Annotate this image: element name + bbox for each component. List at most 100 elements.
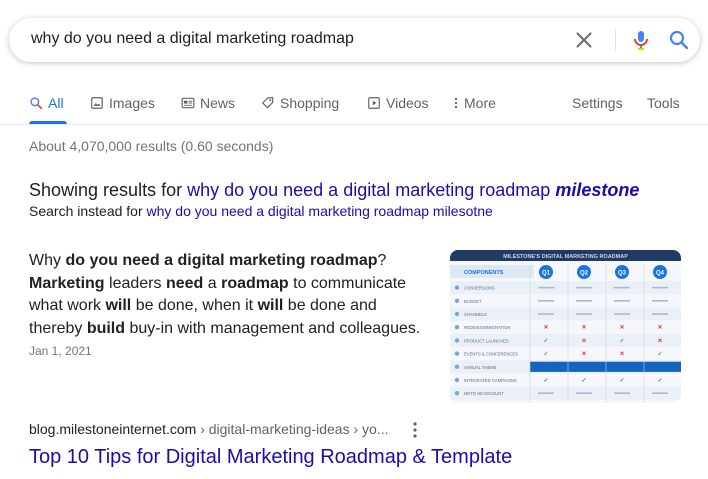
search-bar[interactable]: why do you need a digital marketing road… (9, 18, 700, 62)
thumb-quarter-label: Q4 (656, 271, 665, 277)
snippet-body: Why do you need a digital marketing road… (29, 252, 420, 337)
search-icon[interactable] (667, 28, 691, 52)
thumb-row-icon (454, 377, 460, 383)
thumb-components-label: COMPONENTS (464, 270, 504, 276)
snippet-part: Marketing (29, 274, 105, 292)
snippet-part: leaders (104, 274, 166, 292)
clear-icon[interactable] (571, 27, 597, 53)
snippet-part: be done, when it (131, 297, 258, 314)
thumb-cell-text-line (652, 392, 668, 394)
instead-prefix: Search instead for (29, 203, 147, 219)
snippet-part: will (257, 297, 284, 314)
thumb-cell-text-line (614, 392, 630, 394)
snippet-part: roadmap (221, 274, 289, 292)
thumb-cell-text-line (652, 286, 668, 289)
showing-prefix: Showing results for (29, 180, 188, 200)
active-tab-indicator (29, 121, 67, 124)
snippet-part: do you need a digital marketing roadmap (65, 252, 378, 269)
thumb-check-mark: ✓ (657, 352, 662, 358)
snippet-part: buy-in with management and colleagues. (125, 319, 421, 337)
thumb-row-label: MKTG HEADCOUNT (464, 391, 504, 396)
tab-shopping[interactable]: Shopping (261, 93, 339, 113)
tab-more-label: More (464, 95, 496, 111)
thumb-check-mark: ✓ (657, 378, 662, 384)
tab-images[interactable]: Images (90, 93, 155, 113)
cite-domain: blog.milestoneinternet.com (29, 421, 197, 437)
news-icon (181, 97, 195, 109)
thumb-cell-text-line (614, 300, 630, 302)
vertical-dots-icon (454, 97, 458, 109)
thumb-row-icon (454, 364, 460, 369)
tab-videos[interactable]: Videos (367, 93, 429, 113)
thumb-row-icon (454, 338, 460, 343)
thumb-row-label: INTEGRATED CAMPAIGNS (464, 378, 517, 383)
thumb-check-mark: ✓ (581, 378, 586, 384)
thumb-row-icon (454, 325, 460, 330)
corrected-term: milestone (555, 180, 640, 200)
tab-tools-label: Tools (647, 95, 680, 111)
thumb-row-icon (454, 351, 460, 356)
tab-tools[interactable]: Tools (647, 93, 680, 113)
thumb-cell-text-line (538, 392, 554, 394)
tab-settings-label: Settings (572, 95, 623, 111)
thumb-cell-text-line (576, 286, 592, 289)
tab-all[interactable]: All (29, 93, 64, 113)
tab-shopping-label: Shopping (280, 95, 340, 111)
tab-more[interactable]: More (453, 93, 496, 113)
thumb-row-label: CONVERSIONS (464, 286, 495, 291)
thumb-cross-mark: ✕ (581, 324, 586, 331)
thumb-check-mark: ✓ (543, 338, 548, 344)
thumb-row-label: CHANNELS (464, 312, 487, 317)
snippet-part: will (105, 297, 132, 314)
snippet-part: need (165, 274, 204, 292)
snippet-date: Jan 1, 2021 (29, 344, 92, 358)
thumb-quarter-label: Q1 (542, 271, 551, 277)
snippet-part: Why (29, 252, 66, 269)
microphone-icon[interactable] (629, 28, 653, 52)
thumb-cell-text-line (652, 300, 668, 302)
roadmap-image: MILESTONE'S DIGITAL MARKETING ROADMAP COM… (450, 250, 681, 403)
thumb-cell-text-line (538, 313, 554, 315)
thumb-cross-mark: ✕ (581, 337, 586, 344)
corrected-query: why do you need a digital marketing road… (187, 180, 551, 200)
thumb-row-icon (454, 298, 460, 303)
thumb-row-label: BUDGET (464, 299, 482, 304)
thumb-cell-text-line (576, 313, 592, 315)
thumb-cell-text-line (538, 300, 554, 302)
tab-settings[interactable]: Settings (572, 93, 623, 113)
thumb-check-mark: ✓ (543, 352, 548, 358)
thumb-row-icon (454, 391, 460, 396)
tab-all-label: All (48, 95, 64, 111)
showing-results-for: Showing results for why do you need a di… (29, 180, 639, 201)
thumb-cross-mark: ✕ (543, 324, 548, 331)
snippet-part: build (86, 319, 126, 337)
thumb-cell-text-line (614, 286, 630, 289)
thumb-cell-text-line (538, 286, 554, 289)
thumb-check-mark: ✓ (619, 378, 624, 384)
cite-path: › digital-marketing-ideas › yo... (196, 421, 389, 437)
thumb-cell-text-line (576, 392, 592, 394)
thumb-row-label: REDESIGN/MIGRATION (464, 325, 510, 330)
snippet-part: ? (377, 252, 387, 269)
image-icon (91, 97, 103, 109)
thumb-cross-mark: ✕ (619, 351, 624, 358)
thumb-row-label: ANNUAL THEME (464, 365, 497, 370)
snippet-thumbnail[interactable]: MILESTONE'S DIGITAL MARKETING ROADMAP COM… (450, 250, 681, 403)
search-instead-for: Search instead for why do you need a dig… (29, 203, 493, 219)
thumb-cell-text-line (614, 313, 630, 315)
corrected-query-link[interactable]: why do you need a digital marketing road… (187, 180, 639, 200)
thumb-theme-bar (530, 361, 681, 372)
thumb-row-icon (454, 285, 460, 290)
tab-news-label: News (200, 95, 236, 111)
tab-videos-label: Videos (386, 95, 429, 111)
thumb-quarter-label: Q2 (580, 271, 589, 277)
thumb-check-mark: ✓ (543, 378, 548, 384)
thumb-cross-mark: ✕ (657, 337, 662, 344)
tag-icon (262, 97, 274, 109)
tab-news[interactable]: News (181, 93, 235, 113)
result-menu-icon[interactable] (410, 421, 420, 439)
original-query-link[interactable]: why do you need a digital marketing road… (147, 203, 493, 219)
search-input[interactable]: why do you need a digital marketing road… (31, 30, 354, 48)
result-title-link[interactable]: Top 10 Tips for Digital Marketing Roadma… (29, 446, 512, 469)
thumb-cross-mark: ✕ (619, 324, 624, 331)
